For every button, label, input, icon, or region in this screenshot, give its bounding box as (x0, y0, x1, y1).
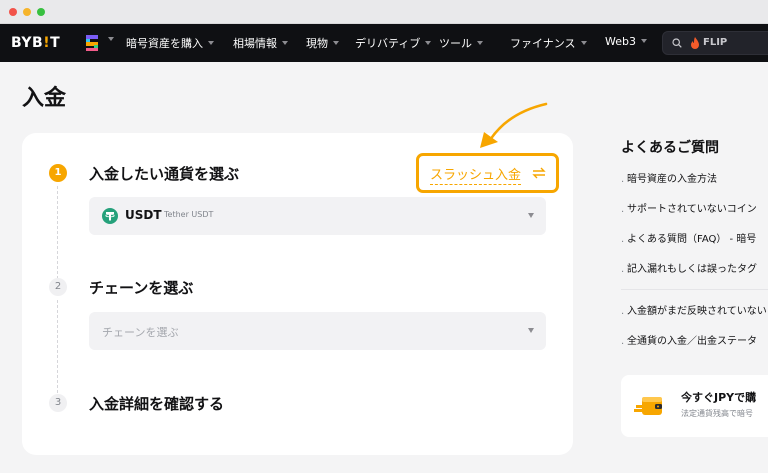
nav-item-spot[interactable]: 現物 (306, 35, 339, 51)
annotation-arrow-icon (480, 102, 548, 148)
chevron-down-icon (640, 39, 647, 43)
faq-list: . 暗号資産の入金方法 . サポートされていないコイン . よくある質問（FAQ） -… (621, 173, 768, 365)
search-trending-text: FLIP (703, 37, 728, 48)
chain-select[interactable]: チェーンを選ぶ (89, 312, 546, 350)
faq-link[interactable]: . 入金額がまだ反映されていない (621, 305, 768, 335)
step-connector (57, 300, 58, 393)
nav-item-buy-crypto[interactable]: 暗号資産を購入 (126, 35, 214, 51)
swap-icon (532, 167, 546, 179)
coin-select[interactable]: USDT Tether USDT (89, 197, 546, 235)
bybit-logo[interactable]: BYB!T (11, 35, 60, 51)
step-1-number: 1 (49, 164, 67, 182)
faq-link[interactable]: . 全通貨の入金／出金ステータ (621, 335, 768, 365)
minimize-window-button[interactable] (23, 8, 31, 16)
chevron-down-icon (425, 41, 432, 45)
nav-item-tools[interactable]: ツール (439, 35, 483, 51)
fire-icon (691, 37, 699, 49)
chevron-down-icon (528, 213, 534, 218)
slash-deposit-label: スラッシュ入金 (430, 164, 522, 185)
chain-select-placeholder: チェーンを選ぶ (102, 326, 179, 339)
faq-link[interactable]: . 暗号資産の入金方法 (621, 173, 768, 203)
step-3-title: 入金詳細を確認する (89, 395, 225, 413)
faq-link[interactable]: . よくある質問（FAQ） - 暗号 (621, 233, 768, 263)
nav-item-web3[interactable]: Web3 (605, 35, 647, 48)
slash-deposit-button[interactable]: スラッシュ入金 (416, 153, 559, 193)
brand-5-icon[interactable] (84, 34, 100, 52)
step-2-number: 2 (49, 278, 67, 296)
top-navbar: BYB!T 暗号資産を購入 相場情報 現物 デリバティブ ツール ファイナンス … (0, 24, 768, 62)
coin-symbol: USDT (125, 208, 162, 222)
faq-title: よくあるご質問 (621, 140, 719, 156)
promo-subtitle: 法定通貨残高で暗号 (681, 409, 753, 418)
tether-icon (102, 208, 118, 224)
window-titlebar (0, 0, 768, 24)
faq-link[interactable]: . サポートされていないコイン (621, 203, 768, 233)
faq-link[interactable]: . 記入漏れもしくは誤ったタグ (621, 263, 768, 289)
promo-title: 今すぐJPYで購 (681, 391, 757, 404)
step-1-title: 入金したい通貨を選ぶ (89, 165, 240, 183)
page-title: 入金 (22, 86, 67, 111)
coin-name: Tether USDT (164, 210, 214, 219)
search-icon (672, 38, 682, 48)
close-window-button[interactable] (9, 8, 17, 16)
wallet-icon (634, 397, 662, 415)
chevron-down-icon (333, 41, 339, 45)
search-input[interactable]: FLIP (662, 31, 768, 55)
chevron-down-icon (477, 41, 483, 45)
nav-item-finance[interactable]: ファイナンス (510, 35, 587, 51)
chevron-down-icon (208, 41, 214, 45)
chevron-down-icon (580, 41, 587, 45)
nav-item-markets[interactable]: 相場情報 (233, 35, 288, 51)
step-connector (57, 186, 58, 279)
maximize-window-button[interactable] (37, 8, 45, 16)
nav-item-derivatives[interactable]: デリバティブ (355, 35, 432, 51)
nav-menu-caret[interactable] (103, 33, 114, 46)
step-2-title: チェーンを選ぶ (89, 279, 194, 297)
faq-divider (621, 289, 768, 290)
step-3-number: 3 (49, 394, 67, 412)
chevron-down-icon (282, 41, 288, 45)
buy-with-jpy-card[interactable]: 今すぐJPYで購 法定通貨残高で暗号 (621, 375, 768, 437)
chevron-down-icon (528, 328, 534, 333)
